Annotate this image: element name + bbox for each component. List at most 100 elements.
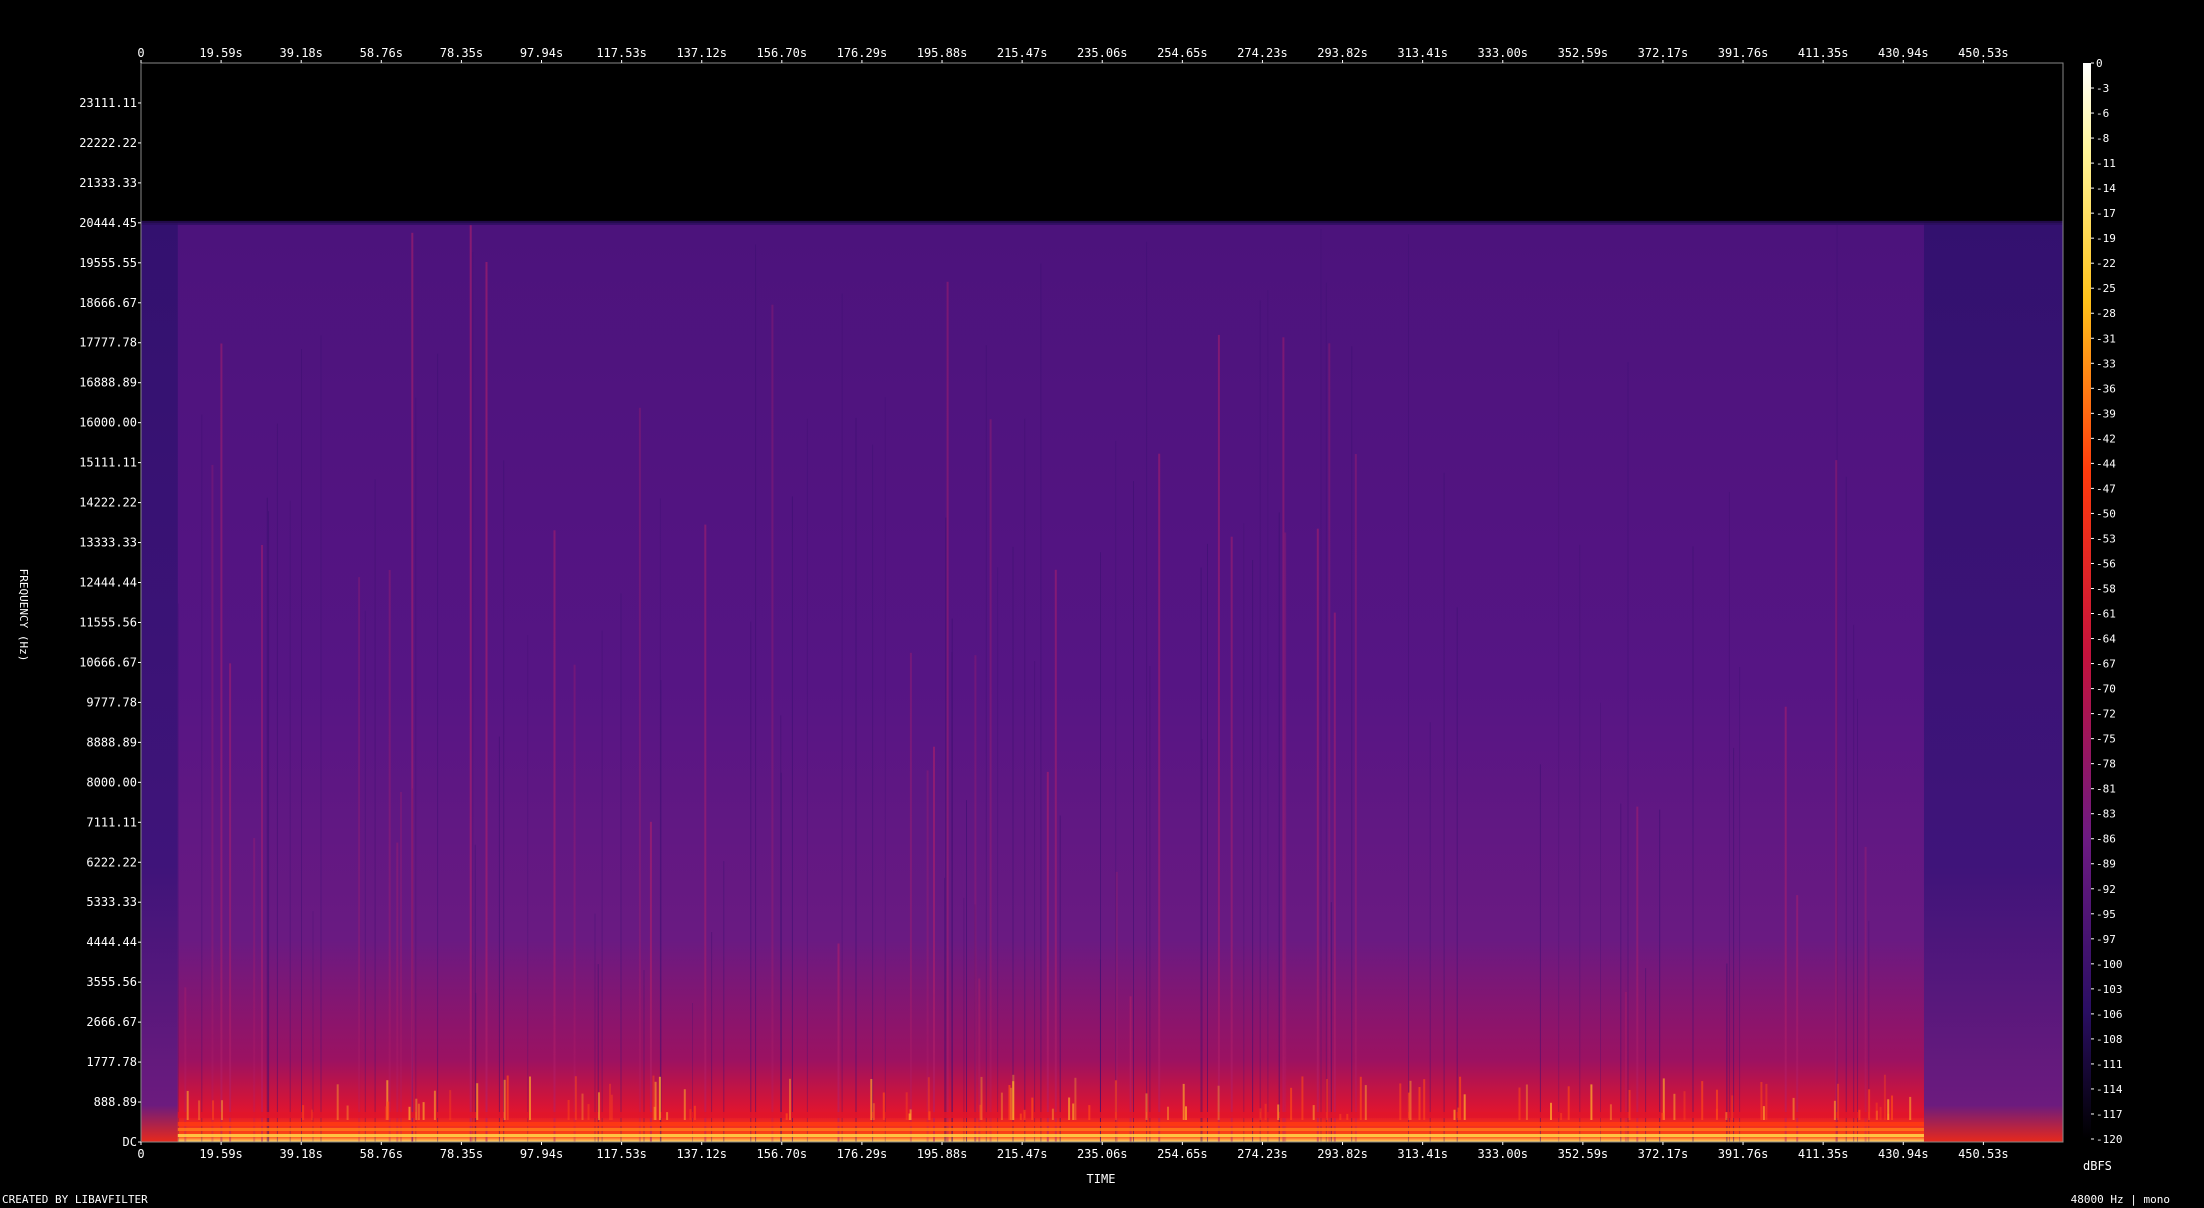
- harmonic-speckle: [221, 1100, 223, 1120]
- transient-streak: [1692, 546, 1694, 1142]
- colorbar-gradient: [2083, 63, 2091, 1139]
- harmonic-speckle: [198, 1100, 201, 1120]
- harmonic-speckle: [980, 1076, 983, 1120]
- transient-streak: [178, 603, 179, 1142]
- harmonic-speckle: [1364, 1085, 1367, 1120]
- transient-streak: [946, 281, 949, 1142]
- harmonic-speckle: [1590, 1084, 1593, 1120]
- colorbar-tick-label: -22: [2096, 257, 2116, 270]
- colorbar-tick-label: -72: [2096, 708, 2116, 721]
- time-tick-label-bottom: 254.65s: [1157, 1147, 1208, 1161]
- low-frequency-band: [177, 1134, 1924, 1137]
- transient-streak: [1443, 472, 1445, 1142]
- colorbar-tick-label: -33: [2096, 357, 2116, 370]
- time-tick-label-bottom: 176.29s: [837, 1147, 888, 1161]
- colorbar-tick-label: -6: [2096, 107, 2109, 120]
- time-tick-label-bottom: 411.35s: [1798, 1147, 1849, 1161]
- colorbar-tick-label: -64: [2096, 633, 2116, 646]
- harmonic-speckle: [310, 1109, 313, 1120]
- frequency-tick-label: 20444.45: [79, 216, 137, 230]
- transient-streak: [945, 517, 947, 1142]
- harmonic-speckle: [1661, 1112, 1664, 1120]
- harmonic-speckle: [449, 1090, 452, 1120]
- harmonic-speckle: [1185, 1106, 1187, 1120]
- transient-streak: [711, 932, 713, 1142]
- time-tick-label-bottom: 58.76s: [360, 1147, 403, 1161]
- frequency-tick-label: 5333.33: [86, 895, 137, 909]
- transient-streak: [997, 567, 999, 1142]
- frequency-tick-label: 18666.67: [79, 296, 137, 310]
- transient-streak: [364, 610, 366, 1142]
- harmonic-speckle: [1609, 1104, 1612, 1120]
- transient-streak: [1739, 667, 1741, 1142]
- transient-streak: [1252, 560, 1254, 1142]
- transient-streak: [1217, 334, 1220, 1142]
- harmonic-speckle: [1887, 1099, 1890, 1120]
- transient-streak: [1558, 329, 1560, 1143]
- harmonic-speckle: [1525, 1084, 1528, 1120]
- transient-streak: [527, 635, 529, 1142]
- harmonic-speckle: [408, 1106, 411, 1120]
- transient-streak: [1146, 241, 1148, 1142]
- harmonic-speckle: [693, 1105, 696, 1120]
- time-tick-label-top: 137.12s: [676, 46, 727, 60]
- harmonic-speckle: [1068, 1097, 1071, 1120]
- harmonic-speckle: [1301, 1076, 1304, 1120]
- colorbar-tick-label: 0: [2096, 57, 2103, 70]
- transient-streak: [261, 545, 263, 1142]
- transient-streak: [1040, 263, 1042, 1142]
- transient-streak: [989, 419, 992, 1142]
- transient-streak: [601, 630, 603, 1142]
- transient-streak: [620, 593, 622, 1142]
- harmonic-speckle: [1715, 1108, 1718, 1120]
- harmonic-speckle: [1453, 1109, 1456, 1120]
- transient-streak: [1659, 809, 1661, 1142]
- colorbar-tick-label: -114: [2096, 1083, 2123, 1096]
- colorbar-tick-label: -86: [2096, 833, 2116, 846]
- time-tick-label-bottom: 0: [137, 1147, 144, 1161]
- time-tick-label-top: 391.76s: [1718, 46, 1769, 60]
- time-tick-label-top: 58.76s: [360, 46, 403, 60]
- frequency-tick-label: 888.89: [94, 1095, 137, 1109]
- frequency-tick-label: 2666.67: [86, 1015, 137, 1029]
- harmonic-speckle: [598, 1092, 600, 1120]
- transient-streak: [1333, 612, 1336, 1142]
- frequency-tick-label: DC: [123, 1135, 137, 1149]
- transient-streak: [660, 680, 662, 1142]
- colorbar-tick-label: -67: [2096, 658, 2116, 671]
- harmonic-speckle: [186, 1090, 189, 1120]
- transient-streak: [485, 262, 488, 1142]
- time-tick-label-top: 215.47s: [997, 46, 1048, 60]
- harmonic-speckle: [1019, 1113, 1022, 1120]
- colorbar-tick-label: -120: [2096, 1133, 2123, 1146]
- time-tick-label-top: 19.59s: [199, 46, 242, 60]
- frequency-tick-label: 6222.22: [86, 855, 137, 869]
- transient-streak: [985, 345, 987, 1142]
- harmonic-speckle: [1023, 1109, 1026, 1120]
- harmonic-speckle: [1031, 1097, 1034, 1120]
- transient-streak: [1054, 569, 1057, 1142]
- harmonic-speckle: [870, 1079, 873, 1120]
- time-tick-label-bottom: 274.23s: [1237, 1147, 1288, 1161]
- time-tick-label-top: 117.53s: [596, 46, 647, 60]
- colorbar-tick-label: -92: [2096, 883, 2116, 896]
- transient-streak: [1207, 543, 1208, 1142]
- transient-streak: [415, 397, 417, 1142]
- time-tick-label-top: 372.17s: [1638, 46, 1689, 60]
- transient-streak: [1354, 454, 1357, 1142]
- time-ticks-bottom: 0 19.59s 39.18s 58.76s 78.35s 97.94s 117.53s 13…: [137, 1142, 2009, 1161]
- transient-streak: [573, 664, 576, 1142]
- harmonic-speckle: [1051, 1108, 1054, 1120]
- transient-streak: [755, 244, 757, 1142]
- transient-streak: [301, 349, 302, 1142]
- transient-streak: [1230, 536, 1233, 1142]
- colorbar-tick-label: -61: [2096, 608, 2116, 621]
- colorbar-tick-label: -50: [2096, 507, 2116, 520]
- transient-streak: [220, 343, 223, 1142]
- harmonic-speckle: [415, 1098, 418, 1120]
- harmonic-speckle: [302, 1105, 305, 1120]
- transient-streak: [1133, 481, 1134, 1142]
- transient-streak: [229, 663, 232, 1142]
- transient-streak: [437, 353, 439, 1142]
- frequency-tick-label: 9777.78: [86, 695, 137, 709]
